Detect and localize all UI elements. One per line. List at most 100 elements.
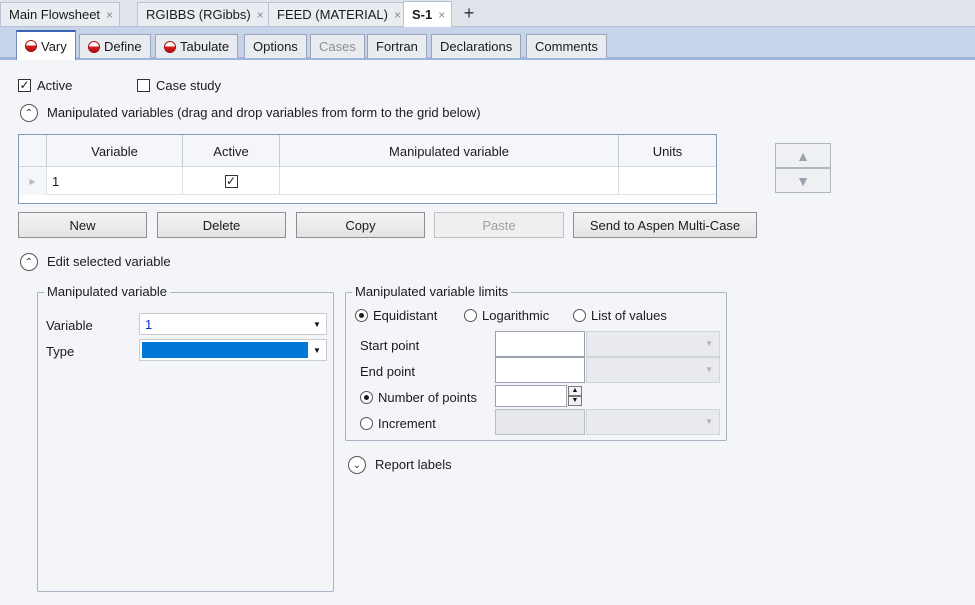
start-point-input[interactable] bbox=[495, 331, 585, 357]
expand-icon[interactable]: ⌄ bbox=[348, 456, 366, 474]
status-incomplete-icon bbox=[25, 40, 37, 52]
group-title: Manipulated variable bbox=[44, 284, 170, 299]
chevron-down-icon: ▼ bbox=[705, 365, 713, 374]
row-selector-icon[interactable]: ▶ bbox=[19, 167, 47, 195]
doc-tab-rgibbs[interactable]: RGIBBS (RGibbs) × bbox=[137, 2, 271, 26]
start-point-units-dropdown: ▼ bbox=[586, 331, 720, 357]
send-to-multi-case-button[interactable]: Send to Aspen Multi-Case bbox=[573, 212, 757, 238]
active-label: Active bbox=[37, 78, 73, 93]
equidistant-radio[interactable] bbox=[355, 309, 368, 322]
tab-label: Options bbox=[253, 39, 298, 54]
delete-button[interactable]: Delete bbox=[157, 212, 286, 238]
increment-units-dropdown: ▼ bbox=[586, 409, 720, 435]
check-icon: ✓ bbox=[19, 78, 30, 92]
cell-manipulated[interactable] bbox=[280, 167, 619, 195]
tab-tabulate[interactable]: Tabulate bbox=[155, 34, 239, 58]
column-header-manipulated[interactable]: Manipulated variable bbox=[280, 135, 619, 167]
group-title: Manipulated variable limits bbox=[352, 284, 512, 299]
tab-options[interactable]: Options bbox=[244, 34, 307, 58]
increment-label: Increment bbox=[378, 416, 436, 431]
doc-tab-feed[interactable]: FEED (MATERIAL) × bbox=[268, 2, 409, 26]
doc-tab-label: S-1 bbox=[412, 7, 433, 22]
close-icon[interactable]: × bbox=[257, 8, 264, 22]
edit-selected-variable-title: Edit selected variable bbox=[47, 254, 171, 269]
collapse-icon[interactable]: ⌃ bbox=[20, 104, 38, 122]
tab-define[interactable]: Define bbox=[79, 34, 151, 58]
add-tab-icon[interactable]: + bbox=[460, 3, 478, 23]
increment-input bbox=[495, 409, 585, 435]
logarithmic-radio[interactable] bbox=[464, 309, 477, 322]
tab-label: Declarations bbox=[440, 39, 513, 54]
manipulated-variables-title: Manipulated variables (drag and drop var… bbox=[47, 105, 481, 120]
end-point-input[interactable] bbox=[495, 357, 585, 383]
chevron-down-icon: ▼ bbox=[705, 339, 713, 348]
number-of-points-input[interactable] bbox=[495, 385, 567, 407]
vary-form: ✓ Active Case study ⌃ Manipulated variab… bbox=[0, 60, 975, 605]
stepper-up-icon[interactable]: ▲ bbox=[568, 386, 582, 396]
move-down-button[interactable]: ▼ bbox=[775, 168, 831, 193]
number-of-points-radio[interactable] bbox=[360, 391, 373, 404]
tab-label: Fortran bbox=[376, 39, 418, 54]
paste-button: Paste bbox=[434, 212, 564, 238]
tab-declarations[interactable]: Declarations bbox=[431, 34, 522, 58]
manipulated-variable-limits-group: Manipulated variable limits Equidistant … bbox=[345, 284, 727, 441]
row-active-checkbox[interactable]: ✓ bbox=[224, 174, 238, 188]
variable-dropdown[interactable]: 1 ▼ bbox=[139, 313, 327, 335]
manipulated-variable-group: Manipulated variable Variable 1 ▼ Type ▼ bbox=[37, 284, 334, 592]
tab-label: Vary bbox=[41, 38, 67, 54]
copy-button[interactable]: Copy bbox=[296, 212, 425, 238]
document-tab-bar: Main Flowsheet × RGIBBS (RGibbs) × FEED … bbox=[0, 0, 975, 27]
tab-vary[interactable]: Vary bbox=[16, 30, 76, 60]
tab-label: Define bbox=[104, 39, 142, 54]
variable-value: 1 bbox=[145, 317, 153, 332]
doc-tab-s1[interactable]: S-1 × bbox=[403, 1, 453, 27]
collapse-icon[interactable]: ⌃ bbox=[20, 253, 38, 271]
tab-comments[interactable]: Comments bbox=[526, 34, 607, 58]
list-of-values-radio[interactable] bbox=[573, 309, 586, 322]
increment-radio[interactable] bbox=[360, 417, 373, 430]
type-label: Type bbox=[46, 344, 75, 359]
cell-units[interactable] bbox=[619, 167, 716, 195]
doc-tab-label: FEED (MATERIAL) bbox=[277, 7, 388, 22]
column-header-active[interactable]: Active bbox=[183, 135, 280, 167]
arrow-down-icon: ▼ bbox=[796, 172, 810, 189]
start-point-label: Start point bbox=[360, 338, 420, 353]
active-checkbox[interactable]: ✓ bbox=[18, 79, 31, 92]
stepper-down-icon[interactable]: ▼ bbox=[568, 396, 582, 406]
new-button[interactable]: New bbox=[18, 212, 147, 238]
end-point-label: End point bbox=[360, 364, 415, 379]
number-of-points-label: Number of points bbox=[378, 390, 477, 405]
column-header-units[interactable]: Units bbox=[619, 135, 716, 167]
report-labels-title: Report labels bbox=[375, 457, 452, 472]
tab-label: Tabulate bbox=[180, 39, 230, 54]
doc-tab-main-flowsheet[interactable]: Main Flowsheet × bbox=[0, 2, 121, 26]
close-icon[interactable]: × bbox=[438, 8, 445, 22]
doc-tab-label: Main Flowsheet bbox=[9, 7, 101, 22]
tab-label: Comments bbox=[535, 39, 598, 54]
list-of-values-label: List of values bbox=[591, 308, 667, 323]
case-study-label: Case study bbox=[156, 78, 222, 93]
cell-variable[interactable]: 1 bbox=[47, 167, 183, 195]
cell-active[interactable]: ✓ bbox=[183, 167, 280, 195]
variable-label: Variable bbox=[46, 318, 93, 333]
column-header-variable[interactable]: Variable bbox=[47, 135, 183, 167]
chevron-down-icon: ▼ bbox=[705, 417, 713, 426]
table-row[interactable]: ▶ 1 ✓ bbox=[19, 167, 716, 195]
arrow-up-icon: ▲ bbox=[796, 147, 810, 164]
grid-header: Variable Active Manipulated variable Uni… bbox=[19, 135, 716, 167]
number-of-points-stepper[interactable]: ▲ ▼ bbox=[568, 386, 582, 406]
status-incomplete-icon bbox=[164, 40, 176, 53]
chevron-down-icon[interactable]: ▼ bbox=[310, 314, 324, 334]
tab-label: Cases bbox=[319, 39, 356, 54]
tab-fortran[interactable]: Fortran bbox=[367, 34, 427, 58]
doc-tab-label: RGIBBS (RGibbs) bbox=[146, 7, 251, 22]
chevron-down-icon[interactable]: ▼ bbox=[310, 340, 324, 360]
close-icon[interactable]: × bbox=[106, 8, 113, 22]
tab-cases: Cases bbox=[310, 34, 365, 58]
type-dropdown[interactable]: ▼ bbox=[139, 339, 327, 361]
move-up-button[interactable]: ▲ bbox=[775, 143, 831, 168]
case-study-checkbox[interactable] bbox=[137, 79, 150, 92]
manipulated-variables-grid: Variable Active Manipulated variable Uni… bbox=[18, 134, 717, 204]
close-icon[interactable]: × bbox=[394, 8, 401, 22]
end-point-units-dropdown: ▼ bbox=[586, 357, 720, 383]
